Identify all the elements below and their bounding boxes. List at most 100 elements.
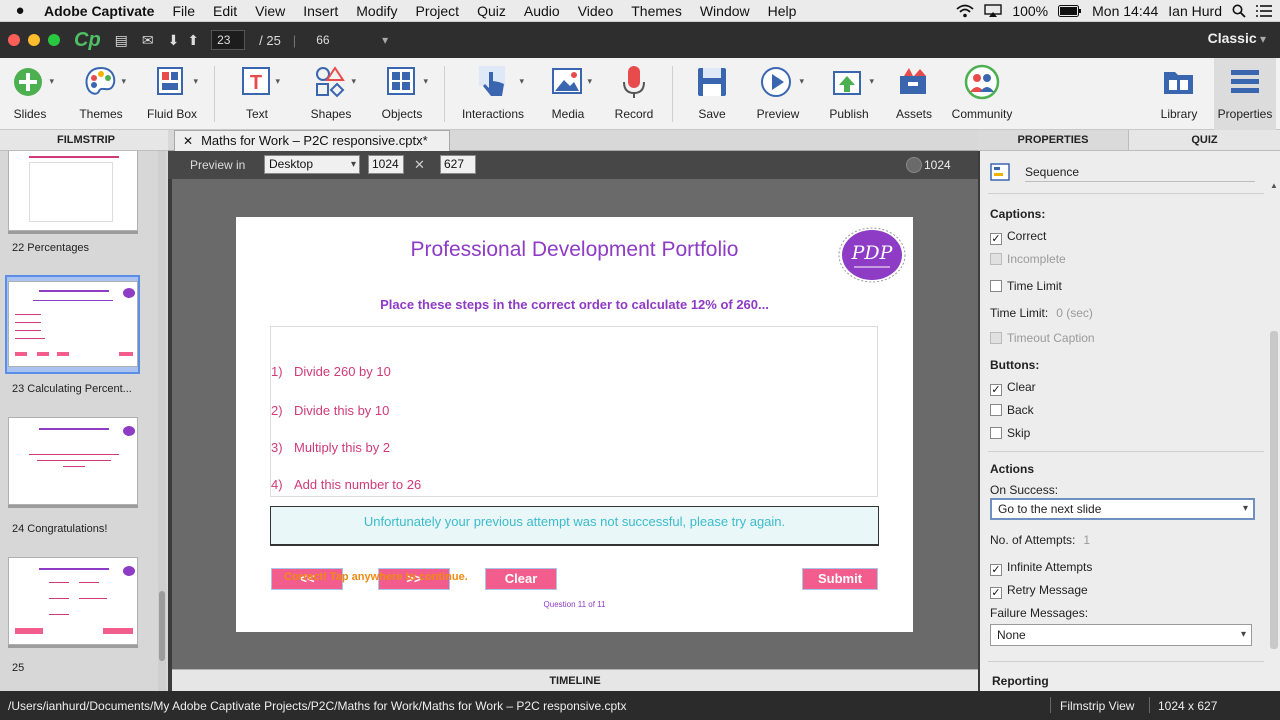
checkbox-checked-icon[interactable]: ✓ <box>990 587 1002 599</box>
tab-quiz[interactable]: QUIZ <box>1128 130 1280 151</box>
correct-checkbox[interactable]: ✓ Correct <box>990 229 1046 245</box>
retry-message-checkbox[interactable]: ✓ Retry Message <box>990 583 1088 599</box>
clear-button[interactable]: Clear <box>485 568 557 590</box>
wifi-icon[interactable] <box>956 4 974 18</box>
checkbox-checked-icon[interactable]: ✓ <box>990 564 1002 576</box>
preview-height-input[interactable]: 627 <box>440 155 476 174</box>
infinite-attempts-checkbox[interactable]: ✓ Infinite Attempts <box>990 560 1092 576</box>
slides-button[interactable]: ▾ Slides <box>2 58 58 130</box>
preview-device-select[interactable]: Desktop <box>264 155 360 174</box>
publish-button[interactable]: ▾ Publish <box>820 58 878 130</box>
notification-center-icon[interactable] <box>1256 5 1272 17</box>
workspace-switcher[interactable]: Classic <box>1208 30 1266 46</box>
question-text[interactable]: Place these steps in the correct order t… <box>236 297 913 312</box>
sequence-answer-area[interactable]: 1) Divide 260 by 10 2) Divide this by 10… <box>270 326 878 497</box>
checkbox-checked-icon[interactable]: ✓ <box>990 384 1002 396</box>
shapes-button[interactable]: ▾ Shapes <box>302 58 360 130</box>
clear-checkbox[interactable]: ✓ Clear <box>990 380 1036 396</box>
failure-message-caption[interactable]: Unfortunately your previous attempt was … <box>270 506 879 546</box>
menu-audio[interactable]: Audio <box>515 3 569 19</box>
attempts-value[interactable]: 1 <box>1083 533 1090 547</box>
menu-file[interactable]: File <box>163 3 204 19</box>
time-limit-value[interactable]: 0 (sec) <box>1056 306 1093 320</box>
breakpoint-slider-handle[interactable] <box>906 157 922 173</box>
menu-project[interactable]: Project <box>407 3 469 19</box>
library-button[interactable]: Library <box>1150 58 1208 130</box>
menu-video[interactable]: Video <box>569 3 623 19</box>
filmstrip-scroll-thumb[interactable] <box>159 591 165 661</box>
skip-checkbox[interactable]: Skip <box>990 426 1030 440</box>
assets-button[interactable]: Assets <box>888 58 940 130</box>
themes-button[interactable]: ▾ Themes <box>72 58 130 130</box>
spotlight-search-icon[interactable] <box>1232 4 1246 18</box>
question-counter[interactable]: Question 11 of 11 <box>236 600 913 609</box>
slide-title[interactable]: Professional Development Portfolio <box>236 238 913 262</box>
menu-themes[interactable]: Themes <box>622 3 691 19</box>
filmstrip-label-22[interactable]: 22 Percentages <box>12 242 89 254</box>
menu-quiz[interactable]: Quiz <box>468 3 515 19</box>
zoom-dropdown[interactable]: 66 <box>316 30 388 50</box>
menu-window[interactable]: Window <box>691 3 759 19</box>
back-checkbox[interactable]: Back <box>990 403 1034 417</box>
close-tab-icon[interactable]: ✕ <box>183 134 193 148</box>
battery-icon[interactable] <box>1058 5 1082 17</box>
airplay-icon[interactable] <box>984 4 1003 18</box>
filmstrip-thumbnail-24[interactable] <box>8 417 138 505</box>
arrow-down-icon[interactable]: ⬇ <box>168 32 180 49</box>
arrow-up-icon[interactable]: ⬆ <box>187 32 199 49</box>
filmstrip-thumbnail-23[interactable] <box>8 281 138 367</box>
comment-icon[interactable]: ▤ <box>115 32 128 49</box>
checkbox-unchecked-icon[interactable] <box>990 280 1002 292</box>
mail-icon[interactable]: ✉ <box>142 32 154 49</box>
menu-insert[interactable]: Insert <box>294 3 347 19</box>
apple-icon[interactable]: ● <box>0 2 40 19</box>
reporting-section[interactable]: Reporting <box>992 674 1049 688</box>
filmstrip-scrollbar[interactable] <box>158 151 166 691</box>
filmstrip-label-24[interactable]: 24 Congratulations! <box>12 523 107 535</box>
menu-modify[interactable]: Modify <box>347 3 406 19</box>
preview-width-input[interactable]: 1024 <box>368 155 404 174</box>
timeline-panel-header[interactable]: TIMELINE <box>172 669 978 691</box>
filmstrip-label-25[interactable]: 25 <box>12 662 24 674</box>
menu-view[interactable]: View <box>246 3 294 19</box>
record-button[interactable]: Record <box>608 58 660 130</box>
checkbox-unchecked-icon[interactable] <box>990 427 1002 439</box>
menu-help[interactable]: Help <box>759 3 806 19</box>
zoom-window-button[interactable] <box>48 34 60 46</box>
checkbox-unchecked-icon[interactable] <box>990 404 1002 416</box>
community-button[interactable]: Community <box>948 58 1016 130</box>
preview-button[interactable]: ▾ Preview <box>748 58 808 130</box>
current-slide-input[interactable]: 23 <box>211 30 246 50</box>
fluid-box-button[interactable]: ▾ Fluid Box <box>142 58 202 130</box>
media-button[interactable]: ▾ Media <box>540 58 596 130</box>
menu-edit[interactable]: Edit <box>204 3 246 19</box>
checkbox-checked-icon[interactable]: ✓ <box>990 233 1002 245</box>
properties-scrollbar[interactable] <box>1270 331 1278 649</box>
object-name-field[interactable]: Sequence <box>1025 165 1255 182</box>
on-success-select[interactable]: Go to the next slide <box>990 498 1255 520</box>
filmstrip-thumbnail-25[interactable] <box>8 557 138 645</box>
slide-canvas[interactable]: Professional Development Portfolio PDP P… <box>236 217 913 632</box>
scroll-up-arrow-icon[interactable]: ▲ <box>1270 181 1278 190</box>
clock[interactable]: Mon 14:44 <box>1092 3 1158 19</box>
text-button[interactable]: T ▾ Text <box>230 58 284 130</box>
document-tab[interactable]: ✕ Maths for Work – P2C responsive.cptx* <box>174 130 450 151</box>
objects-button[interactable]: ▾ Objects <box>372 58 432 130</box>
properties-button[interactable]: Properties <box>1214 58 1276 130</box>
user-name[interactable]: Ian Hurd <box>1168 3 1222 19</box>
filmstrip-label-23[interactable]: 23 Calculating Percent... <box>12 383 132 395</box>
close-window-button[interactable] <box>8 34 20 46</box>
minimize-window-button[interactable] <box>28 34 40 46</box>
correct-caption[interactable]: Correct! Tap anywhere to continue. <box>284 571 468 583</box>
failure-messages-select[interactable]: None <box>990 624 1252 646</box>
filmstrip-thumbnail-22[interactable] <box>8 151 138 231</box>
menu-app-name[interactable]: Adobe Captivate <box>40 3 163 19</box>
tab-properties[interactable]: PROPERTIES <box>978 130 1128 151</box>
incomplete-checkbox[interactable]: Incomplete <box>990 252 1066 266</box>
interactions-button[interactable]: ▾ Interactions <box>458 58 528 130</box>
submit-button[interactable]: Submit <box>802 568 878 590</box>
time-limit-checkbox[interactable]: Time Limit <box>990 279 1062 293</box>
save-button[interactable]: Save <box>686 58 738 130</box>
timeout-caption-checkbox[interactable]: Timeout Caption <box>990 331 1095 345</box>
pdp-logo-icon[interactable]: PDP <box>836 225 908 285</box>
